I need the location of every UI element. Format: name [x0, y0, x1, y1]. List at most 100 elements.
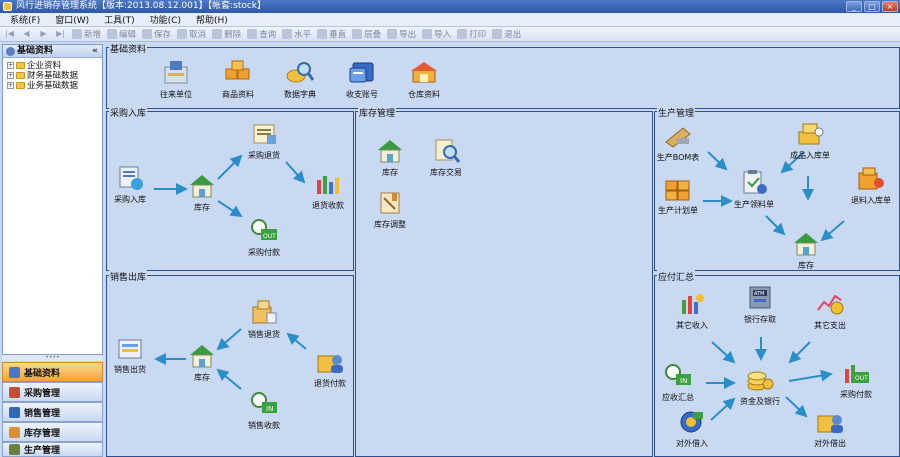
item-production-stock[interactable]: 库存: [776, 230, 836, 271]
item-warehouses[interactable]: 仓库资料: [394, 59, 454, 100]
print-button[interactable]: 打印: [457, 28, 486, 40]
item-funds-bank[interactable]: 资金及银行: [730, 366, 790, 407]
purchase-return-icon: [249, 120, 279, 148]
prev-icon[interactable]: ◀: [21, 29, 32, 39]
expand-icon[interactable]: +: [7, 71, 14, 79]
factory-icon: [9, 444, 20, 455]
toolbar: |◀ ◀ ▶ ▶| 新增 编辑 保存 取消 删除 查询 水平 垂直 层叠 导出 …: [0, 27, 900, 42]
svg-text:IN: IN: [680, 377, 687, 385]
svg-text:IN: IN: [266, 405, 273, 413]
menu-help[interactable]: 帮助(H): [196, 13, 228, 26]
item-borrow-in[interactable]: 对外借入: [662, 408, 722, 449]
item-return-material[interactable]: 退料入库单: [841, 165, 900, 206]
nav-production[interactable]: 生产管理: [2, 442, 103, 457]
expand-icon[interactable]: +: [7, 81, 14, 89]
minimize-button[interactable]: _: [846, 1, 862, 12]
tree: + 企业资料 + 财务基础数据 + 业务基础数据: [3, 58, 102, 91]
accounts-icon: [347, 59, 377, 87]
material-requisition-icon: [739, 169, 769, 197]
nav-purchase[interactable]: 采购管理: [2, 382, 103, 402]
close-button[interactable]: ×: [882, 1, 898, 12]
edit-button[interactable]: 编辑: [107, 28, 136, 40]
nav-sales[interactable]: 销售管理: [2, 402, 103, 422]
item-purchase-payment[interactable]: OUT 采购付款: [234, 217, 294, 258]
receivable-summary-icon: IN: [663, 362, 693, 390]
person-icon: [9, 406, 20, 418]
item-sales-receipt[interactable]: IN 销售收款: [234, 390, 294, 431]
collapse-icon[interactable]: «: [92, 45, 98, 58]
item-sales-stock[interactable]: 库存: [172, 342, 232, 383]
menu-tools[interactable]: 工具(T): [104, 13, 135, 26]
item-return-receipt[interactable]: 退货收款: [298, 170, 358, 211]
maximize-button[interactable]: □: [864, 1, 880, 12]
item-material-requisition[interactable]: 生产领料单: [724, 169, 784, 210]
item-bank-deposit[interactable]: ATM 银行存取: [730, 284, 790, 325]
item-products[interactable]: 商品资料: [208, 59, 268, 100]
item-other-expense[interactable]: 其它支出: [800, 290, 860, 331]
item-purchase-in[interactable]: 采购入库: [100, 164, 160, 205]
menu-function[interactable]: 功能(C): [150, 13, 181, 26]
item-customers[interactable]: 往来单位: [146, 59, 206, 100]
delete-button[interactable]: 删除: [212, 28, 241, 40]
item-purchase-stock[interactable]: 库存: [172, 172, 232, 213]
add-icon: [72, 29, 82, 39]
nav-inventory[interactable]: 库存管理: [2, 422, 103, 442]
item-lend-out[interactable]: 对外借出: [800, 408, 860, 449]
inventory-adjust-icon: [375, 189, 405, 217]
stock-house-icon: [375, 137, 405, 165]
item-other-income[interactable]: 其它收入: [662, 290, 722, 331]
add-button[interactable]: 新增: [72, 28, 101, 40]
exit-icon: [492, 29, 503, 39]
item-bom[interactable]: 生产BOM表: [648, 122, 708, 163]
inventory-trade-icon: [431, 137, 461, 165]
left-panel: 基础资料 « + 企业资料 + 财务基础数据 + 业务基础数据: [2, 44, 103, 355]
tile-vertical-button[interactable]: 垂直: [317, 28, 346, 40]
menu-system[interactable]: 系统(F): [10, 13, 40, 26]
import-button[interactable]: 导入: [422, 28, 451, 40]
group-title: 基础资料: [109, 42, 148, 55]
group-title: 生产管理: [657, 106, 696, 119]
item-accounts[interactable]: 收支账号: [332, 59, 392, 100]
item-return-payment[interactable]: 退货付款: [300, 348, 360, 389]
sales-receipt-icon: IN: [249, 390, 279, 418]
tree-item-business[interactable]: + 业务基础数据: [7, 80, 102, 91]
item-sales-return[interactable]: 销售退货: [234, 299, 294, 340]
menu-window[interactable]: 窗口(W): [55, 13, 89, 26]
item-dictionary[interactable]: 数据字典: [270, 59, 330, 100]
item-receivable-summary[interactable]: IN 应收汇总: [648, 362, 708, 403]
cancel-button[interactable]: 取消: [177, 28, 206, 40]
folder-icon: [16, 71, 25, 79]
return-material-icon: [856, 165, 886, 193]
item-finished-in[interactable]: 成品入库单: [780, 120, 840, 161]
item-purchase-return[interactable]: 采购退货: [234, 120, 294, 161]
dictionary-icon: [285, 59, 315, 87]
export-button[interactable]: 导出: [387, 28, 416, 40]
query-button[interactable]: 查询: [247, 28, 276, 40]
print-icon: [457, 29, 468, 39]
save-button[interactable]: 保存: [142, 28, 171, 40]
menu-bar: 系统(F) 窗口(W) 工具(T) 功能(C) 帮助(H): [0, 13, 900, 27]
item-production-plan[interactable]: 生产计划单: [648, 175, 708, 216]
return-payment-icon: [315, 348, 345, 376]
tile-horizontal-button[interactable]: 水平: [282, 28, 311, 40]
item-inventory-trade[interactable]: 库存交易: [416, 137, 476, 178]
panel-splitter[interactable]: ••••: [2, 355, 103, 361]
item-finance-purchase-payment[interactable]: OUT 采购付款: [826, 359, 886, 400]
box-icon: [9, 426, 20, 438]
customers-icon: [161, 59, 191, 87]
folder-icon: [16, 61, 25, 69]
nav-basic[interactable]: 基础资料: [2, 362, 103, 382]
warehouses-icon: [409, 59, 439, 87]
group-title: 采购入库: [109, 106, 148, 119]
next-icon[interactable]: ▶: [38, 29, 49, 39]
exit-button[interactable]: 退出: [492, 28, 521, 40]
cascade-button[interactable]: 层叠: [352, 28, 381, 40]
first-icon[interactable]: |◀: [4, 29, 15, 39]
item-sales-out[interactable]: 销售出货: [100, 334, 160, 375]
window-title: 风行进销存管理系统【版本:2013.08.12.001】【帐套:stock】: [16, 1, 267, 11]
last-icon[interactable]: ▶|: [55, 29, 66, 39]
item-inventory-adjust[interactable]: 库存调整: [360, 189, 420, 230]
expand-icon[interactable]: +: [7, 61, 14, 69]
save-icon: [142, 29, 153, 39]
item-inventory-stock[interactable]: 库存: [360, 137, 420, 178]
